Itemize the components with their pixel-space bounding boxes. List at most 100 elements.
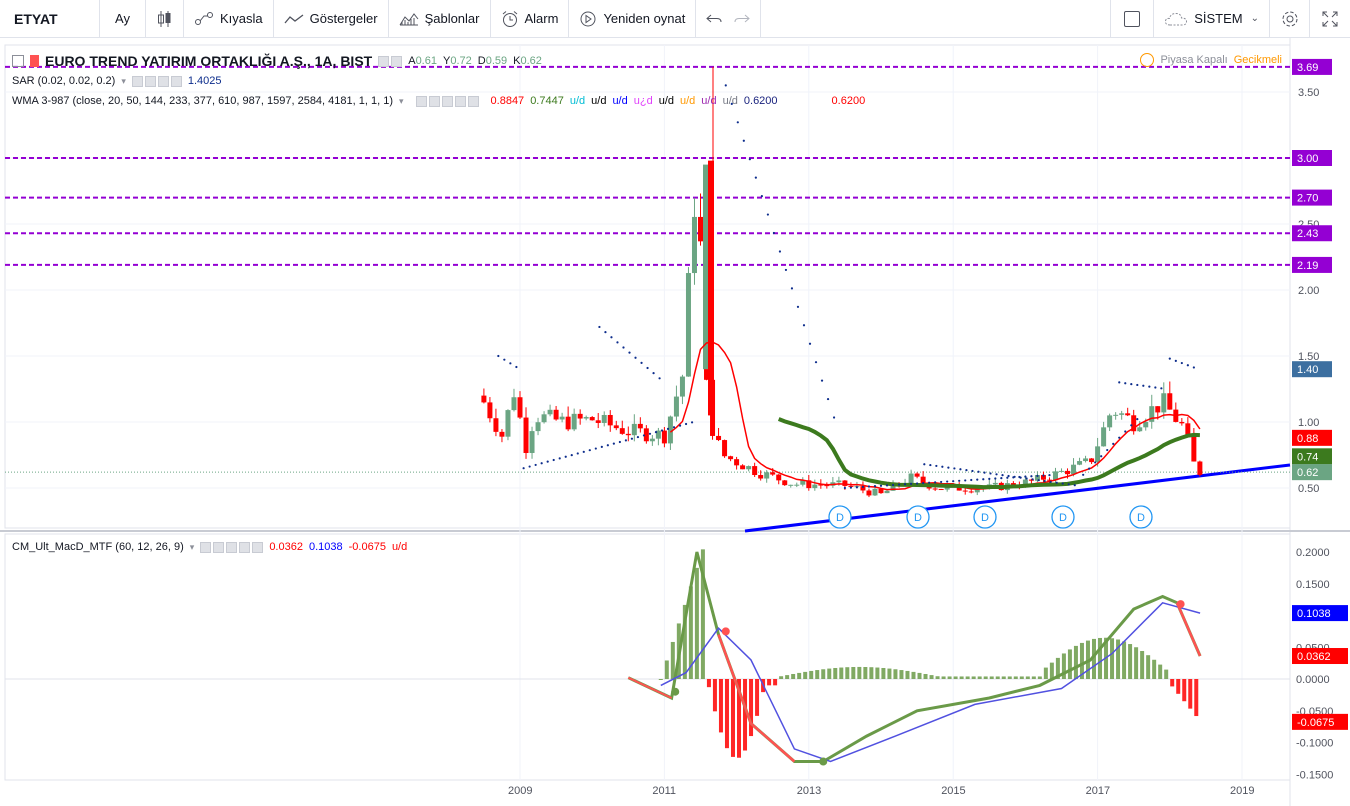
candle-body	[661, 430, 667, 444]
candle-body	[517, 397, 523, 418]
sar-dot	[604, 330, 607, 334]
time-tick-label: 2013	[797, 785, 821, 797]
caret-icon[interactable]: ▾	[399, 96, 404, 107]
macd-bar	[917, 672, 922, 679]
market-status-label: Piyasa Kapalı	[1160, 54, 1228, 66]
sar-legend: SAR (0.02, 0.02, 0.2) ▾ 1.4025	[12, 75, 222, 87]
candle-body	[613, 425, 619, 429]
sar-dot	[814, 361, 818, 364]
candle-body	[884, 490, 890, 494]
sar-dot	[1082, 473, 1085, 476]
macd-bar	[809, 670, 814, 679]
caret-icon[interactable]: ▾	[121, 76, 126, 87]
sar-dot	[1043, 479, 1046, 483]
redo-button[interactable]	[728, 0, 762, 38]
sar-dot	[1031, 478, 1034, 481]
fullscreen-button[interactable]	[1310, 0, 1350, 38]
macd-controls[interactable]	[200, 541, 264, 553]
delay-label: Gecikmeli	[1233, 54, 1282, 66]
candle-body	[619, 428, 625, 434]
sar-dot	[849, 486, 853, 489]
sar-dot	[640, 361, 643, 364]
wma-value: u/d	[701, 95, 717, 107]
candle-body	[708, 160, 714, 416]
macd-bar	[670, 641, 675, 679]
macd-bar	[935, 676, 940, 679]
sar-dot	[970, 478, 973, 482]
candle-body	[559, 416, 565, 420]
replay-button[interactable]: Yeniden oynat	[569, 0, 697, 38]
symbol-search-button[interactable]: ETYAT	[0, 0, 100, 38]
macd-bar	[718, 679, 723, 733]
dividend-marker[interactable]: D	[973, 505, 997, 529]
sar-dot	[658, 377, 661, 380]
sar-dot	[684, 422, 688, 426]
macd-bar	[899, 670, 904, 679]
dividend-marker[interactable]: D	[828, 505, 852, 529]
macd-bar	[1164, 669, 1169, 679]
cross-marker	[819, 757, 828, 766]
theme-label: SİSTEM	[1194, 11, 1243, 26]
caret-icon[interactable]: ▾	[190, 542, 195, 553]
sar-dot	[606, 444, 609, 447]
dividend-marker[interactable]: D	[1051, 505, 1075, 529]
macd-bar	[1170, 679, 1175, 687]
macd-bar	[749, 679, 754, 737]
gear-icon	[1281, 10, 1299, 28]
macd-bar	[911, 671, 916, 679]
candle-body	[698, 216, 703, 242]
alert-label: Alarm	[524, 11, 559, 26]
undo-button[interactable]	[696, 0, 728, 38]
macd-bar	[1188, 679, 1193, 709]
chart-canvas[interactable]: 3.503.002.502.001.501.000.500.20000.1500…	[0, 38, 1350, 806]
macd-bar	[785, 675, 790, 679]
candle-body	[673, 396, 679, 417]
sar-dot	[1154, 386, 1157, 389]
sar-controls[interactable]	[131, 75, 182, 87]
dividend-marker[interactable]: D	[1129, 505, 1153, 529]
sar-dot	[522, 467, 525, 470]
chart-style-button[interactable]	[146, 0, 184, 38]
sar-dot	[1088, 467, 1091, 470]
macd-bar	[989, 676, 994, 679]
layout-button[interactable]	[1110, 0, 1155, 38]
sar-dot	[995, 473, 998, 476]
wma-value: u/d	[591, 95, 607, 107]
indicators-button[interactable]: Göstergeler	[274, 0, 389, 38]
wma-controls[interactable]	[415, 95, 479, 107]
legend-controls[interactable]	[378, 55, 403, 67]
candle-body	[734, 459, 740, 466]
sar-dot	[1192, 366, 1195, 369]
sar-dot	[582, 450, 585, 453]
dividend-marker[interactable]: D	[906, 505, 930, 529]
compare-button[interactable]: Kıyasla	[184, 0, 274, 38]
interval-button[interactable]: Ay	[100, 0, 146, 38]
ohlc-open-label: A	[408, 55, 416, 67]
templates-label: Şablonlar	[424, 11, 480, 26]
macd-bar	[1001, 676, 1006, 679]
ohlc-high: 0.72	[450, 55, 472, 67]
macd-bar	[941, 676, 946, 679]
sar-dot	[941, 465, 944, 468]
macd-bar	[869, 667, 874, 679]
sar-dot	[546, 460, 549, 463]
candle-body	[968, 491, 974, 493]
sar-dot	[616, 341, 619, 344]
candle-body	[1083, 458, 1089, 462]
candle-body	[1119, 413, 1125, 415]
sar-dot	[971, 469, 974, 473]
chart-area[interactable]: 3.503.002.502.001.501.000.500.20000.1500…	[0, 38, 1350, 806]
templates-button[interactable]: Şablonlar	[389, 0, 491, 38]
sar-dot	[923, 463, 926, 466]
macd-bar	[724, 679, 729, 749]
alert-button[interactable]: Alarm	[491, 0, 570, 38]
macd-bar	[995, 676, 1000, 679]
candle-body	[788, 484, 794, 486]
sar-dot	[873, 485, 877, 488]
tradingview-app: ETYAT Ay Kıyasla Göstergeler Şablonlar A…	[0, 0, 1350, 806]
save-theme-button[interactable]: SİSTEM ⌄	[1154, 0, 1270, 38]
legend-collapse-icon[interactable]	[12, 55, 24, 67]
settings-button[interactable]	[1270, 0, 1310, 38]
sar-dot	[588, 449, 591, 452]
